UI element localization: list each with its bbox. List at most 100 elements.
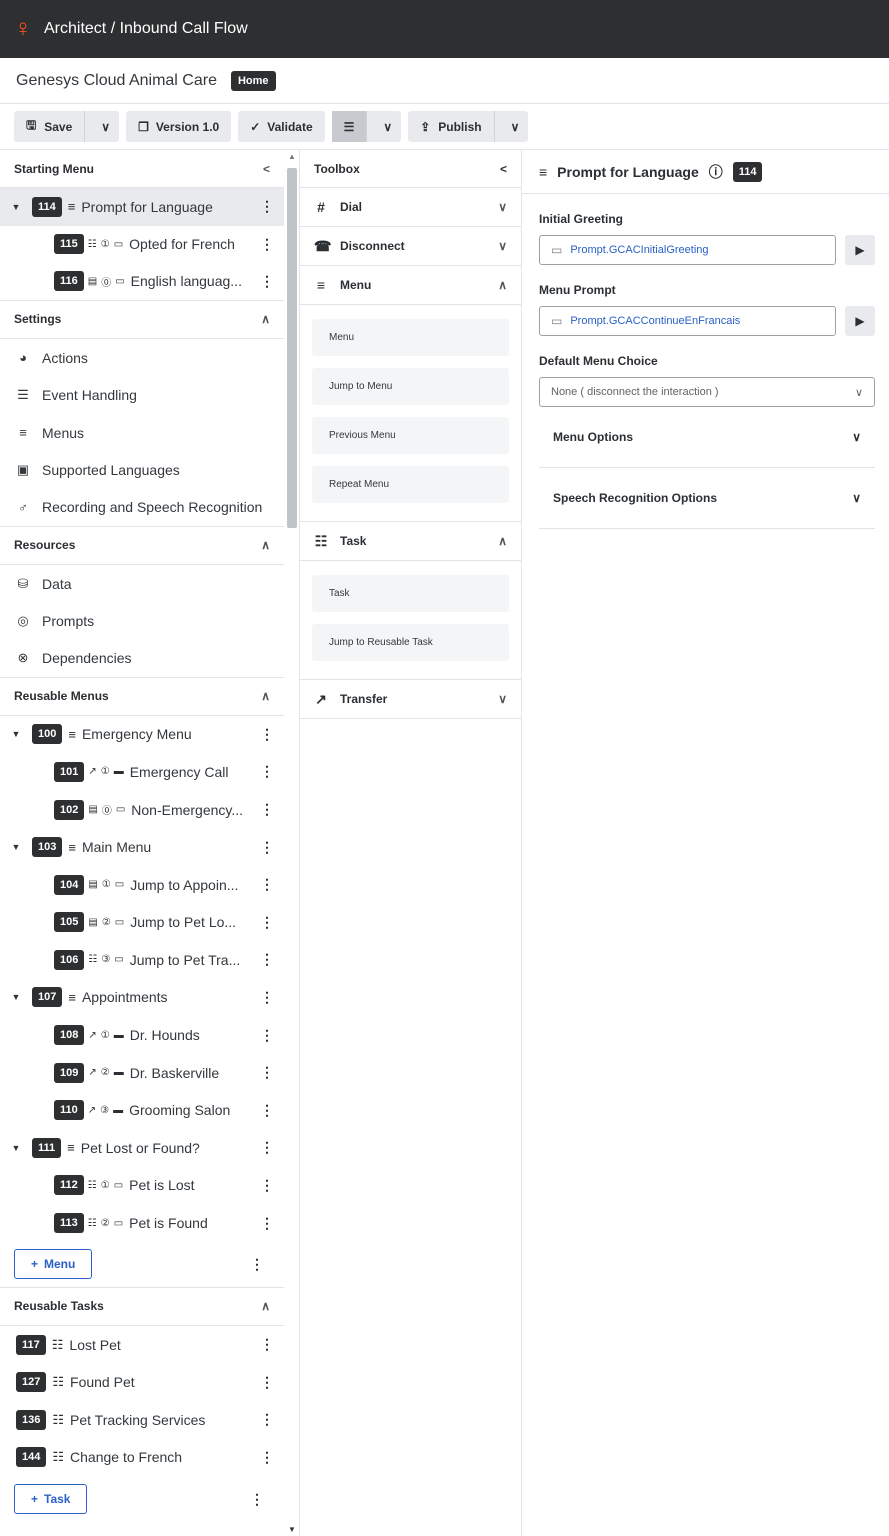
kebab-menu-icon[interactable]: ⋮ — [258, 951, 276, 968]
tree-row-103[interactable]: ▼ 103 ≡ Main Menu ⋮ — [0, 828, 284, 866]
settings-header[interactable]: Settings ∧ — [0, 301, 284, 339]
task-row-144[interactable]: 144 ☷ Change to French ⋮ — [0, 1439, 284, 1477]
resource-item-data[interactable]: ⛁ Data — [0, 565, 284, 603]
kebab-menu-icon[interactable]: ⋮ — [258, 236, 276, 253]
help-icon[interactable]: ⓘ — [709, 162, 723, 182]
scrollbar-thumb[interactable] — [287, 168, 297, 528]
save-button[interactable]: 🖫 Save — [14, 111, 86, 142]
tile-jump-to-reusable-task[interactable]: Jump to Reusable Task — [312, 624, 509, 661]
tree-row-107[interactable]: ▼ 107 ≡ Appointments ⋮ — [0, 979, 284, 1017]
tree-row-115[interactable]: 115 ☷ ① ▭ Opted for French ⋮ — [0, 226, 284, 264]
toolbox-menu[interactable]: ≡ Menu ∧ — [300, 266, 521, 305]
chevron-up-icon[interactable]: ∧ — [261, 1299, 270, 1313]
view-dropdown-button[interactable]: ∨ — [374, 111, 401, 142]
kebab-menu-icon[interactable]: ⋮ — [258, 1064, 276, 1081]
kebab-menu-icon[interactable]: ⋮ — [258, 801, 276, 818]
reusable-tasks-header[interactable]: Reusable Tasks ∧ — [0, 1288, 284, 1326]
tree-row-102[interactable]: 102 ▤ ⓪ ▭ Non-Emergency... ⋮ — [0, 791, 284, 829]
resource-item-prompts[interactable]: ◎ Prompts — [0, 602, 284, 640]
collapse-left-icon[interactable]: < — [263, 162, 270, 176]
publish-button[interactable]: ⇪ Publish — [408, 111, 495, 142]
tile-task[interactable]: Task — [312, 575, 509, 612]
caret-down-icon[interactable]: ▼ — [8, 992, 24, 1002]
tree-row-101[interactable]: 101 ↗ ① ▬ Emergency Call ⋮ — [0, 753, 284, 791]
kebab-menu-icon[interactable]: ⋮ — [248, 1491, 266, 1508]
tree-row-104[interactable]: 104 ▤ ① ▭ Jump to Appoin... ⋮ — [0, 866, 284, 904]
kebab-menu-icon[interactable]: ⋮ — [258, 876, 276, 893]
tree-row-116[interactable]: 116 ▤ ⓪ ▭ English languag... ⋮ — [0, 263, 284, 301]
tree-row-114[interactable]: ▼ 114 ≡ Prompt for Language ⋮ — [0, 188, 284, 226]
resource-item-dependencies[interactable]: ⊗ Dependencies — [0, 640, 284, 678]
caret-down-icon[interactable]: ▼ — [8, 729, 24, 739]
kebab-menu-icon[interactable]: ⋮ — [258, 726, 276, 743]
tile-jump-to-menu[interactable]: Jump to Menu — [312, 368, 509, 405]
kebab-menu-icon[interactable]: ⋮ — [258, 1374, 276, 1391]
chevron-up-icon[interactable]: ∧ — [261, 538, 270, 552]
task-row-127[interactable]: 127 ☷ Found Pet ⋮ — [0, 1363, 284, 1401]
validate-button[interactable]: ✓ Validate — [238, 111, 325, 142]
kebab-menu-icon[interactable]: ⋮ — [258, 198, 276, 215]
scroll-up-icon[interactable]: ▲ — [288, 152, 296, 161]
resources-header[interactable]: Resources ∧ — [0, 527, 284, 565]
tree-row-112[interactable]: 112 ☷ ① ▭ Pet is Lost ⋮ — [0, 1167, 284, 1205]
settings-item-supported-languages[interactable]: ▣ Supported Languages — [0, 452, 284, 490]
kebab-menu-icon[interactable]: ⋮ — [258, 1336, 276, 1353]
play-menu-prompt-button[interactable]: ▶ — [845, 306, 875, 336]
play-initial-greeting-button[interactable]: ▶ — [845, 235, 875, 265]
menu-options-accordion[interactable]: Menu Options ∨ — [539, 407, 875, 468]
home-badge[interactable]: Home — [230, 70, 276, 91]
chevron-up-icon[interactable]: ∧ — [261, 689, 270, 703]
default-choice-select[interactable]: None ( disconnect the interaction ) ∨ — [539, 377, 875, 407]
left-scrollbar[interactable]: ▲ ▼ — [285, 150, 297, 1536]
tile-menu[interactable]: Menu — [312, 319, 509, 356]
menu-prompt-field[interactable]: ▭ Prompt.GCACContinueEnFrancais — [539, 306, 836, 336]
starting-menu-header[interactable]: Starting Menu < — [0, 150, 284, 188]
collapse-left-icon[interactable]: < — [500, 162, 507, 176]
kebab-menu-icon[interactable]: ⋮ — [258, 839, 276, 856]
tile-previous-menu[interactable]: Previous Menu — [312, 417, 509, 454]
tree-row-108[interactable]: 108 ↗ ① ▬ Dr. Hounds ⋮ — [0, 1016, 284, 1054]
tree-row-105[interactable]: 105 ▤ ② ▭ Jump to Pet Lo... ⋮ — [0, 904, 284, 942]
version-button[interactable]: ❐ Version 1.0 — [126, 111, 232, 142]
tree-row-111[interactable]: ▼ 111 ≡ Pet Lost or Found? ⋮ — [0, 1129, 284, 1167]
toolbox-disconnect[interactable]: ☎ Disconnect ∨ — [300, 227, 521, 266]
scroll-down-icon[interactable]: ▼ — [288, 1525, 296, 1534]
tree-row-113[interactable]: 113 ☷ ② ▭ Pet is Found ⋮ — [0, 1204, 284, 1242]
settings-item-actions[interactable]: ◕ Actions — [0, 339, 284, 377]
task-row-117[interactable]: 117 ☷ Lost Pet ⋮ — [0, 1326, 284, 1364]
speech-options-accordion[interactable]: Speech Recognition Options ∨ — [539, 468, 875, 529]
kebab-menu-icon[interactable]: ⋮ — [248, 1256, 266, 1273]
kebab-menu-icon[interactable]: ⋮ — [258, 1027, 276, 1044]
publish-dropdown-button[interactable]: ∨ — [502, 111, 529, 142]
toolbox-transfer[interactable]: ↗ Transfer ∨ — [300, 680, 521, 719]
toolbox-task[interactable]: ☷ Task ∧ — [300, 522, 521, 561]
tree-row-110[interactable]: 110 ↗ ③ ▬ Grooming Salon ⋮ — [0, 1091, 284, 1129]
settings-item-menus[interactable]: ≡ Menus — [0, 414, 284, 452]
add-task-button[interactable]: + Task — [14, 1484, 88, 1515]
toolbox-dial[interactable]: # Dial ∨ — [300, 188, 521, 227]
kebab-menu-icon[interactable]: ⋮ — [258, 1215, 276, 1232]
tree-row-100[interactable]: ▼ 100 ≡ Emergency Menu ⋮ — [0, 716, 284, 754]
kebab-menu-icon[interactable]: ⋮ — [258, 914, 276, 931]
settings-item-recording[interactable]: ♂ Recording and Speech Recognition — [0, 489, 284, 527]
caret-down-icon[interactable]: ▼ — [8, 842, 24, 852]
kebab-menu-icon[interactable]: ⋮ — [258, 273, 276, 290]
kebab-menu-icon[interactable]: ⋮ — [258, 763, 276, 780]
save-dropdown-button[interactable]: ∨ — [92, 111, 119, 142]
tree-row-106[interactable]: 106 ☷ ③ ▭ Jump to Pet Tra... ⋮ — [0, 941, 284, 979]
caret-down-icon[interactable]: ▼ — [8, 1143, 24, 1153]
settings-item-event-handling[interactable]: ☰ Event Handling — [0, 376, 284, 414]
task-row-136[interactable]: 136 ☷ Pet Tracking Services ⋮ — [0, 1401, 284, 1439]
tree-row-109[interactable]: 109 ↗ ② ▬ Dr. Baskerville ⋮ — [0, 1054, 284, 1092]
tile-repeat-menu[interactable]: Repeat Menu — [312, 466, 509, 503]
caret-down-icon[interactable]: ▼ — [8, 202, 24, 212]
add-menu-button[interactable]: + Menu — [14, 1249, 93, 1280]
kebab-menu-icon[interactable]: ⋮ — [258, 1449, 276, 1466]
chevron-up-icon[interactable]: ∧ — [261, 312, 270, 326]
kebab-menu-icon[interactable]: ⋮ — [258, 1411, 276, 1428]
initial-greeting-field[interactable]: ▭ Prompt.GCACInitialGreeting — [539, 235, 836, 265]
kebab-menu-icon[interactable]: ⋮ — [258, 1102, 276, 1119]
kebab-menu-icon[interactable]: ⋮ — [258, 989, 276, 1006]
reusable-menus-header[interactable]: Reusable Menus ∧ — [0, 678, 284, 716]
kebab-menu-icon[interactable]: ⋮ — [258, 1177, 276, 1194]
